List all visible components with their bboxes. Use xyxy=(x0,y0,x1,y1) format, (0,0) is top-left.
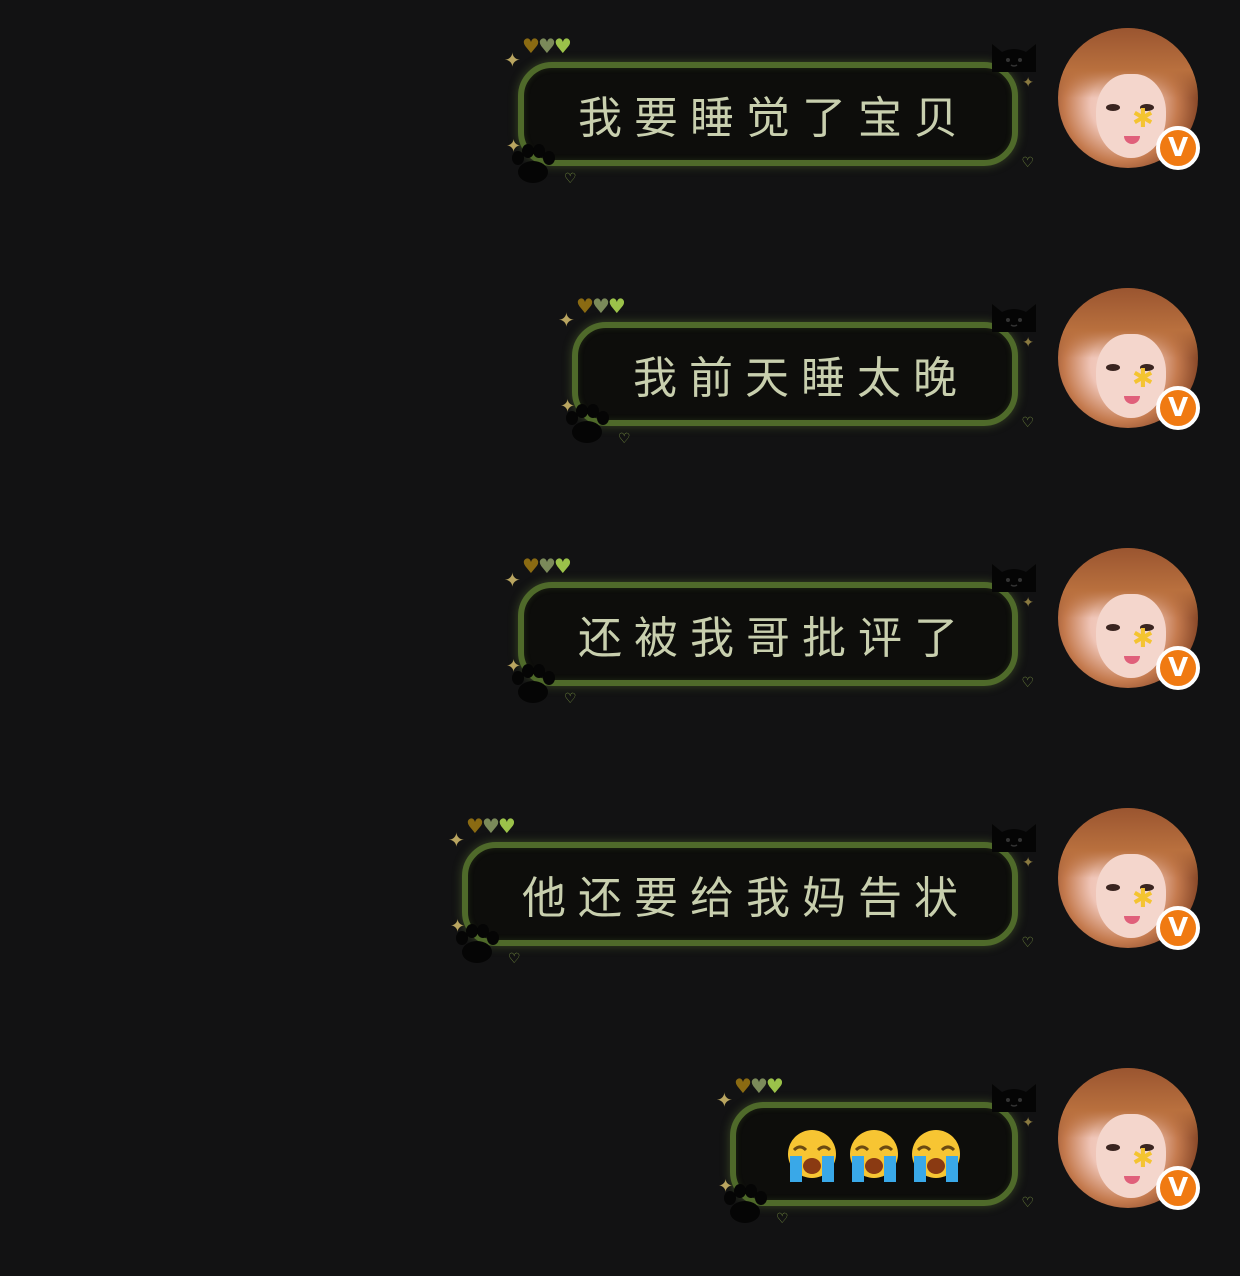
heart-icon: ♡ xyxy=(1021,415,1034,431)
message-bubble[interactable]: ♥♥♥ ✦ ✦ ✦ ♡ ♡ 还被我哥批评了 xyxy=(504,556,1036,706)
hearts-decoration: ♥♥♥ xyxy=(466,814,516,838)
message-row: ♥♥♥ ✦ ✦ ✦ ♡ ♡ 我前天睡太晚 ✱ V xyxy=(0,260,1240,460)
sparkle-icon: ✦ xyxy=(1022,75,1034,91)
message-row: ♥♥♥ ✦ ✦ ✦ ♡ ♡ 我要睡觉了宝贝 ✱ V xyxy=(0,0,1240,200)
loudly-crying-face-icon xyxy=(912,1130,960,1182)
hearts-decoration: ♥♥♥ xyxy=(522,554,572,578)
emoji-message xyxy=(730,1102,1018,1206)
flower-icon: ✱ xyxy=(1132,104,1154,134)
flower-icon: ✱ xyxy=(1132,884,1154,914)
verified-badge: V xyxy=(1156,646,1200,690)
sparkle-icon: ✦ xyxy=(1022,335,1034,351)
verified-badge: V xyxy=(1156,386,1200,430)
sparkle-icon: ✦ xyxy=(1022,1115,1034,1131)
heart-icon: ♡ xyxy=(1021,675,1034,691)
chat-thread: ♥♥♥ ✦ ✦ ✦ ♡ ♡ 我要睡觉了宝贝 ✱ V ♥♥♥ ✦ ✦ ✦ ♡ ♡ … xyxy=(0,0,1240,1276)
flower-icon: ✱ xyxy=(1132,364,1154,394)
message-text: 还被我哥批评了 xyxy=(578,613,970,664)
heart-icon: ♡ xyxy=(564,691,577,707)
verified-badge: V xyxy=(1156,906,1200,950)
heart-icon: ♡ xyxy=(508,951,521,967)
message-text: 他还要给我妈告状 xyxy=(522,873,970,924)
hearts-decoration: ♥♥♥ xyxy=(576,294,626,318)
heart-icon: ♡ xyxy=(1021,935,1034,951)
heart-icon: ♡ xyxy=(1021,1195,1034,1211)
heart-icon: ♡ xyxy=(618,431,631,447)
message-text: 我前天睡太晚 xyxy=(633,353,969,404)
message-text: 我要睡觉了宝贝 xyxy=(578,93,970,144)
avatar[interactable]: ✱ V xyxy=(1058,808,1200,950)
message-row: ♥♥♥ ✦ ✦ ✦ ♡ ♡ 还被我哥批评了 ✱ V xyxy=(0,520,1240,720)
sparkle-icon: ✦ xyxy=(1022,855,1034,871)
verified-badge: V xyxy=(1156,1166,1200,1210)
avatar[interactable]: ✱ V xyxy=(1058,288,1200,430)
avatar[interactable]: ✱ V xyxy=(1058,28,1200,170)
hearts-decoration: ♥♥♥ xyxy=(522,34,572,58)
flower-icon: ✱ xyxy=(1132,1144,1154,1174)
message-bubble[interactable]: ♥♥♥ ✦ ✦ ✦ ♡ ♡ 他还要给我妈告状 xyxy=(448,816,1036,966)
loudly-crying-face-icon xyxy=(850,1130,898,1182)
flower-icon: ✱ xyxy=(1132,624,1154,654)
loudly-crying-face-icon xyxy=(788,1130,836,1182)
sparkle-icon: ✦ xyxy=(1022,595,1034,611)
message-bubble[interactable]: ♥♥♥ ✦ ✦ ✦ ♡ ♡ xyxy=(716,1076,1036,1226)
heart-icon: ♡ xyxy=(1021,155,1034,171)
heart-icon: ♡ xyxy=(564,171,577,187)
message-row: ♥♥♥ ✦ ✦ ✦ ♡ ♡ ✱ V xyxy=(0,1040,1240,1240)
avatar[interactable]: ✱ V xyxy=(1058,548,1200,690)
message-row: ♥♥♥ ✦ ✦ ✦ ♡ ♡ 他还要给我妈告状 ✱ V xyxy=(0,780,1240,980)
hearts-decoration: ♥♥♥ xyxy=(734,1074,784,1098)
message-bubble[interactable]: ♥♥♥ ✦ ✦ ✦ ♡ ♡ 我前天睡太晚 xyxy=(558,296,1036,446)
message-bubble[interactable]: ♥♥♥ ✦ ✦ ✦ ♡ ♡ 我要睡觉了宝贝 xyxy=(504,36,1036,186)
avatar[interactable]: ✱ V xyxy=(1058,1068,1200,1210)
verified-badge: V xyxy=(1156,126,1200,170)
heart-icon: ♡ xyxy=(776,1211,789,1227)
